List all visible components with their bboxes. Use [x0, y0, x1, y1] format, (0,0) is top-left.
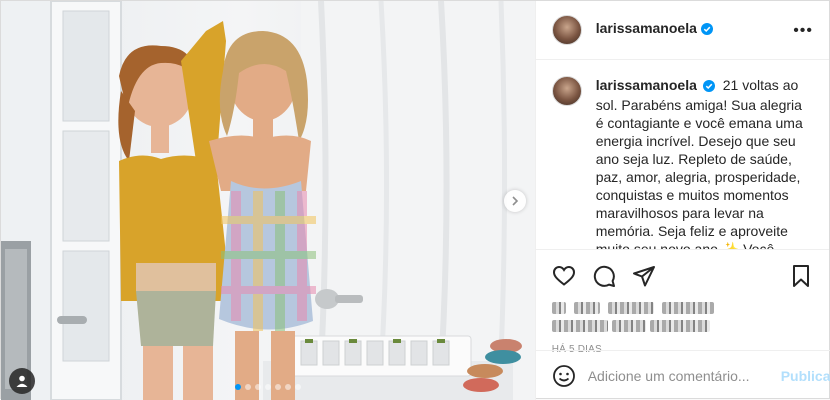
chevron-right-icon [512, 196, 519, 206]
bookmark-icon[interactable] [789, 264, 813, 288]
carousel-dot [275, 384, 281, 390]
caption-text: 21 voltas ao sol. Parabéns amiga! Sua al… [595, 77, 803, 250]
comment-input[interactable] [587, 367, 769, 384]
user-tag-button[interactable] [9, 368, 35, 394]
instagram-post: larissamanoela ••• larissamanoela 21 vol… [0, 0, 830, 400]
carousel-dot [245, 384, 251, 390]
likes-row[interactable] [536, 296, 829, 320]
verified-badge-icon [700, 22, 713, 40]
post-side-panel: larissamanoela ••• larissamanoela 21 vol… [534, 1, 830, 400]
likes-row-2 [536, 320, 829, 338]
post-photo [1, 1, 535, 400]
more-options-icon[interactable]: ••• [793, 22, 813, 40]
liker-avatar [551, 302, 566, 314]
blurred-text [661, 302, 714, 314]
header-username[interactable]: larissamanoela [596, 20, 697, 36]
carousel-dot [285, 384, 291, 390]
blurred-text [551, 320, 608, 332]
publish-button[interactable]: Publicar [781, 368, 830, 384]
post-media[interactable] [1, 1, 535, 400]
carousel-dot [255, 384, 261, 390]
avatar[interactable] [551, 15, 582, 45]
blurred-text [611, 320, 646, 332]
user-tag-icon [16, 375, 28, 387]
action-bar [536, 250, 829, 294]
next-slide-button[interactable] [504, 190, 526, 212]
carousel-dot [265, 384, 271, 390]
heart-icon[interactable] [552, 264, 576, 288]
caption: larissamanoela 21 voltas ao sol. Parabén… [596, 76, 811, 249]
share-icon[interactable] [632, 264, 656, 288]
comments-area: larissamanoela 21 voltas ao sol. Parabén… [535, 60, 829, 250]
carousel-dots [235, 384, 301, 390]
post-header: larissamanoela ••• [535, 1, 829, 60]
caption-avatar[interactable] [551, 76, 582, 106]
blurred-text [649, 320, 710, 332]
verified-badge-icon [702, 78, 715, 96]
carousel-dot [295, 384, 301, 390]
add-comment-bar: Publicar [535, 350, 830, 400]
carousel-dot [235, 384, 241, 390]
blurred-text [607, 302, 654, 314]
comment-icon[interactable] [592, 264, 616, 288]
blurred-text [573, 302, 600, 314]
caption-username[interactable]: larissamanoela [596, 77, 697, 93]
emoji-icon[interactable] [552, 364, 576, 388]
